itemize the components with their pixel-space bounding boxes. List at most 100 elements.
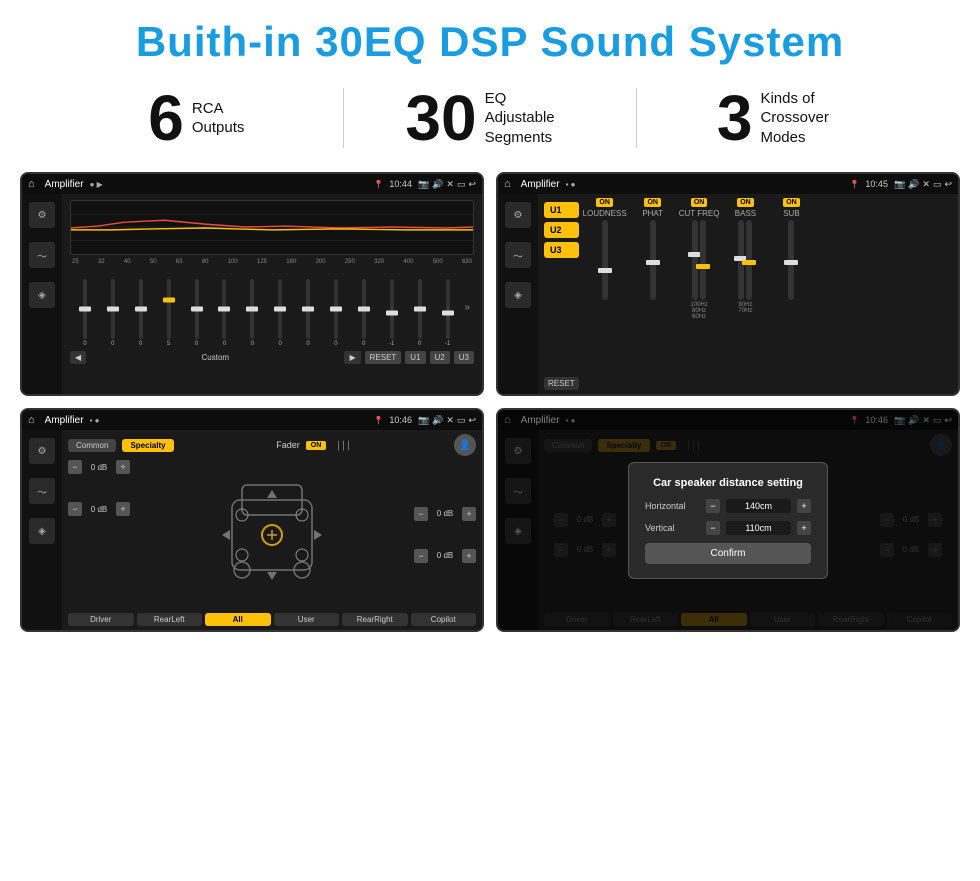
db-control-4: − 0 dB + bbox=[414, 549, 476, 563]
bass-label: BASS bbox=[735, 209, 756, 218]
stat-rca-number: 6 bbox=[148, 86, 184, 150]
bass-slider-g[interactable] bbox=[746, 220, 752, 300]
db1-minus-btn[interactable]: − bbox=[68, 460, 82, 474]
dsp-controls: ON LOUDNESS ON PHAT bbox=[583, 198, 952, 390]
eq-u2-btn[interactable]: U2 bbox=[430, 351, 450, 364]
bass-on-badge[interactable]: ON bbox=[737, 198, 754, 207]
fader-on-toggle[interactable]: ON bbox=[306, 441, 327, 450]
dialog-horizontal-plus[interactable]: + bbox=[797, 499, 811, 513]
fader-screen: ⌂ Amplifier ▪ ● 📍 10:46 📷🔊✕▭↩ ⚙ 〜 ◈ Comm… bbox=[20, 408, 484, 632]
eq-u3-btn[interactable]: U3 bbox=[454, 351, 474, 364]
db3-minus-btn[interactable]: − bbox=[414, 507, 428, 521]
fader-sidebar-btn-3[interactable]: ◈ bbox=[29, 518, 55, 544]
eq-sidebar-btn-3[interactable]: ◈ bbox=[29, 282, 55, 308]
eq-slider-2: 0 bbox=[100, 279, 126, 347]
eq-expand-icon[interactable]: » bbox=[462, 302, 472, 313]
db2-plus-btn[interactable]: + bbox=[116, 502, 130, 516]
db4-minus-btn[interactable]: − bbox=[414, 549, 428, 563]
fader-left-db-controls: − 0 dB + − 0 dB + bbox=[68, 460, 130, 609]
fader-avatar-btn[interactable]: 👤 bbox=[454, 434, 476, 456]
fader-rearleft-btn[interactable]: RearLeft bbox=[137, 613, 203, 626]
cutfreq-freq-labels: 100Hz80Hz60Hz bbox=[690, 302, 707, 320]
fader-right-db-controls: − 0 dB + − 0 dB + bbox=[414, 460, 476, 609]
db2-minus-btn[interactable]: − bbox=[68, 502, 82, 516]
fader-status-icons: 📷🔊✕▭↩ bbox=[418, 415, 476, 426]
fader-home-icon[interactable]: ⌂ bbox=[28, 414, 35, 426]
eq-app-name: Amplifier bbox=[45, 179, 84, 190]
dsp-preset-u2[interactable]: U2 bbox=[544, 222, 579, 238]
eq-sidebar-btn-1[interactable]: ⚙ bbox=[29, 202, 55, 228]
eq-sliders: 0 0 0 5 0 bbox=[70, 267, 474, 347]
db3-plus-btn[interactable]: + bbox=[462, 507, 476, 521]
loudness-slider[interactable] bbox=[602, 220, 608, 300]
dialog-vertical-plus[interactable]: + bbox=[797, 521, 811, 535]
eq-sidebar: ⚙ 〜 ◈ bbox=[22, 194, 62, 394]
dsp-preset-u3[interactable]: U3 bbox=[544, 242, 579, 258]
loudness-on-badge[interactable]: ON bbox=[596, 198, 613, 207]
loudness-label: LOUDNESS bbox=[583, 209, 627, 218]
fader-sidebar-btn-1[interactable]: ⚙ bbox=[29, 438, 55, 464]
phat-label: PHAT bbox=[642, 209, 663, 218]
db2-value: 0 dB bbox=[85, 505, 113, 514]
eq-pin-icon: 📍 bbox=[373, 180, 383, 189]
fader-sidebar-btn-2[interactable]: 〜 bbox=[29, 478, 55, 504]
eq-mode-label: Custom bbox=[90, 353, 340, 362]
fader-rearright-btn[interactable]: RearRight bbox=[342, 613, 408, 626]
dialog-vertical-minus[interactable]: − bbox=[706, 521, 720, 535]
fader-driver-btn[interactable]: Driver bbox=[68, 613, 134, 626]
sub-slider[interactable] bbox=[788, 220, 794, 300]
dsp-sidebar-btn-1[interactable]: ⚙ bbox=[505, 202, 531, 228]
eq-slider-4: 5 bbox=[156, 279, 182, 347]
page-title: Buith-in 30EQ DSP Sound System bbox=[0, 0, 980, 76]
fader-sidebar: ⚙ 〜 ◈ bbox=[22, 430, 62, 630]
phat-slider[interactable] bbox=[650, 220, 656, 300]
eq-slider-14: -1 bbox=[435, 279, 461, 347]
phat-on-badge[interactable]: ON bbox=[644, 198, 661, 207]
eq-slider-10: 0 bbox=[323, 279, 349, 347]
cutfreq-label: CUT FREQ bbox=[679, 209, 720, 218]
eq-graph bbox=[70, 200, 474, 255]
eq-freq-labels: 2532405063 80100125160200 25032040050063… bbox=[70, 259, 474, 265]
cutfreq-slider-g[interactable] bbox=[700, 220, 706, 300]
dsp-preset-u1[interactable]: U1 bbox=[544, 202, 579, 218]
eq-slider-13: 0 bbox=[407, 279, 433, 347]
eq-reset-btn[interactable]: RESET bbox=[365, 351, 402, 364]
dsp-home-icon[interactable]: ⌂ bbox=[504, 178, 511, 190]
speaker-distance-dialog: Car speaker distance setting Horizontal … bbox=[628, 462, 828, 579]
home-icon[interactable]: ⌂ bbox=[28, 178, 35, 190]
eq-play-btn[interactable]: ▶ bbox=[344, 351, 360, 364]
fader-all-btn[interactable]: All bbox=[205, 613, 271, 626]
db1-value: 0 dB bbox=[85, 463, 113, 472]
dialog-vertical-value: 110cm bbox=[726, 521, 791, 535]
fader-tab-common[interactable]: Common bbox=[68, 439, 116, 452]
dsp-status-icons: 📷🔊✕▭↩ bbox=[894, 179, 952, 190]
eq-bottom-controls: ◀ Custom ▶ RESET U1 U2 U3 bbox=[70, 351, 474, 364]
stat-eq: 30 EQ AdjustableSegments bbox=[354, 86, 627, 150]
eq-u1-btn[interactable]: U1 bbox=[405, 351, 425, 364]
dialog-horizontal-label: Horizontal bbox=[645, 501, 700, 511]
dialog-confirm-button[interactable]: Confirm bbox=[645, 543, 811, 564]
dialog-horizontal-minus[interactable]: − bbox=[706, 499, 720, 513]
eq-status-bar: ⌂ Amplifier ● ▶ 📍 10:44 📷🔊✕▭↩ bbox=[22, 174, 482, 194]
eq-sidebar-btn-2[interactable]: 〜 bbox=[29, 242, 55, 268]
sub-on-badge[interactable]: ON bbox=[783, 198, 800, 207]
stat-crossover-number: 3 bbox=[717, 86, 753, 150]
fader-user-btn[interactable]: User bbox=[274, 613, 340, 626]
db1-plus-btn[interactable]: + bbox=[116, 460, 130, 474]
eq-prev-btn[interactable]: ◀ bbox=[70, 351, 86, 364]
dsp-sidebar-btn-3[interactable]: ◈ bbox=[505, 282, 531, 308]
dialog-screen: ⌂ Amplifier ▪ ● 📍 10:46 📷🔊✕▭↩ ⚙ 〜 ◈ Comm… bbox=[496, 408, 960, 632]
cutfreq-on-badge[interactable]: ON bbox=[691, 198, 708, 207]
db4-plus-btn[interactable]: + bbox=[462, 549, 476, 563]
eq-slider-8: 0 bbox=[267, 279, 293, 347]
fader-diagram-area: − 0 dB + − 0 dB + bbox=[68, 460, 476, 609]
screens-grid: ⌂ Amplifier ● ▶ 📍 10:44 📷🔊✕▭↩ ⚙ 〜 ◈ bbox=[0, 166, 980, 652]
fader-content: ⚙ 〜 ◈ Common Specialty Fader ON │││ 👤 − bbox=[22, 430, 482, 630]
car-svg bbox=[212, 470, 332, 600]
fader-tab-specialty[interactable]: Specialty bbox=[122, 439, 173, 452]
dsp-sidebar-btn-2[interactable]: 〜 bbox=[505, 242, 531, 268]
cutfreq-slider-f[interactable] bbox=[692, 220, 698, 300]
fader-copilot-btn[interactable]: Copilot bbox=[411, 613, 477, 626]
dsp-presets: U1 U2 U3 RESET bbox=[544, 198, 579, 390]
dsp-reset-btn[interactable]: RESET bbox=[544, 377, 579, 390]
